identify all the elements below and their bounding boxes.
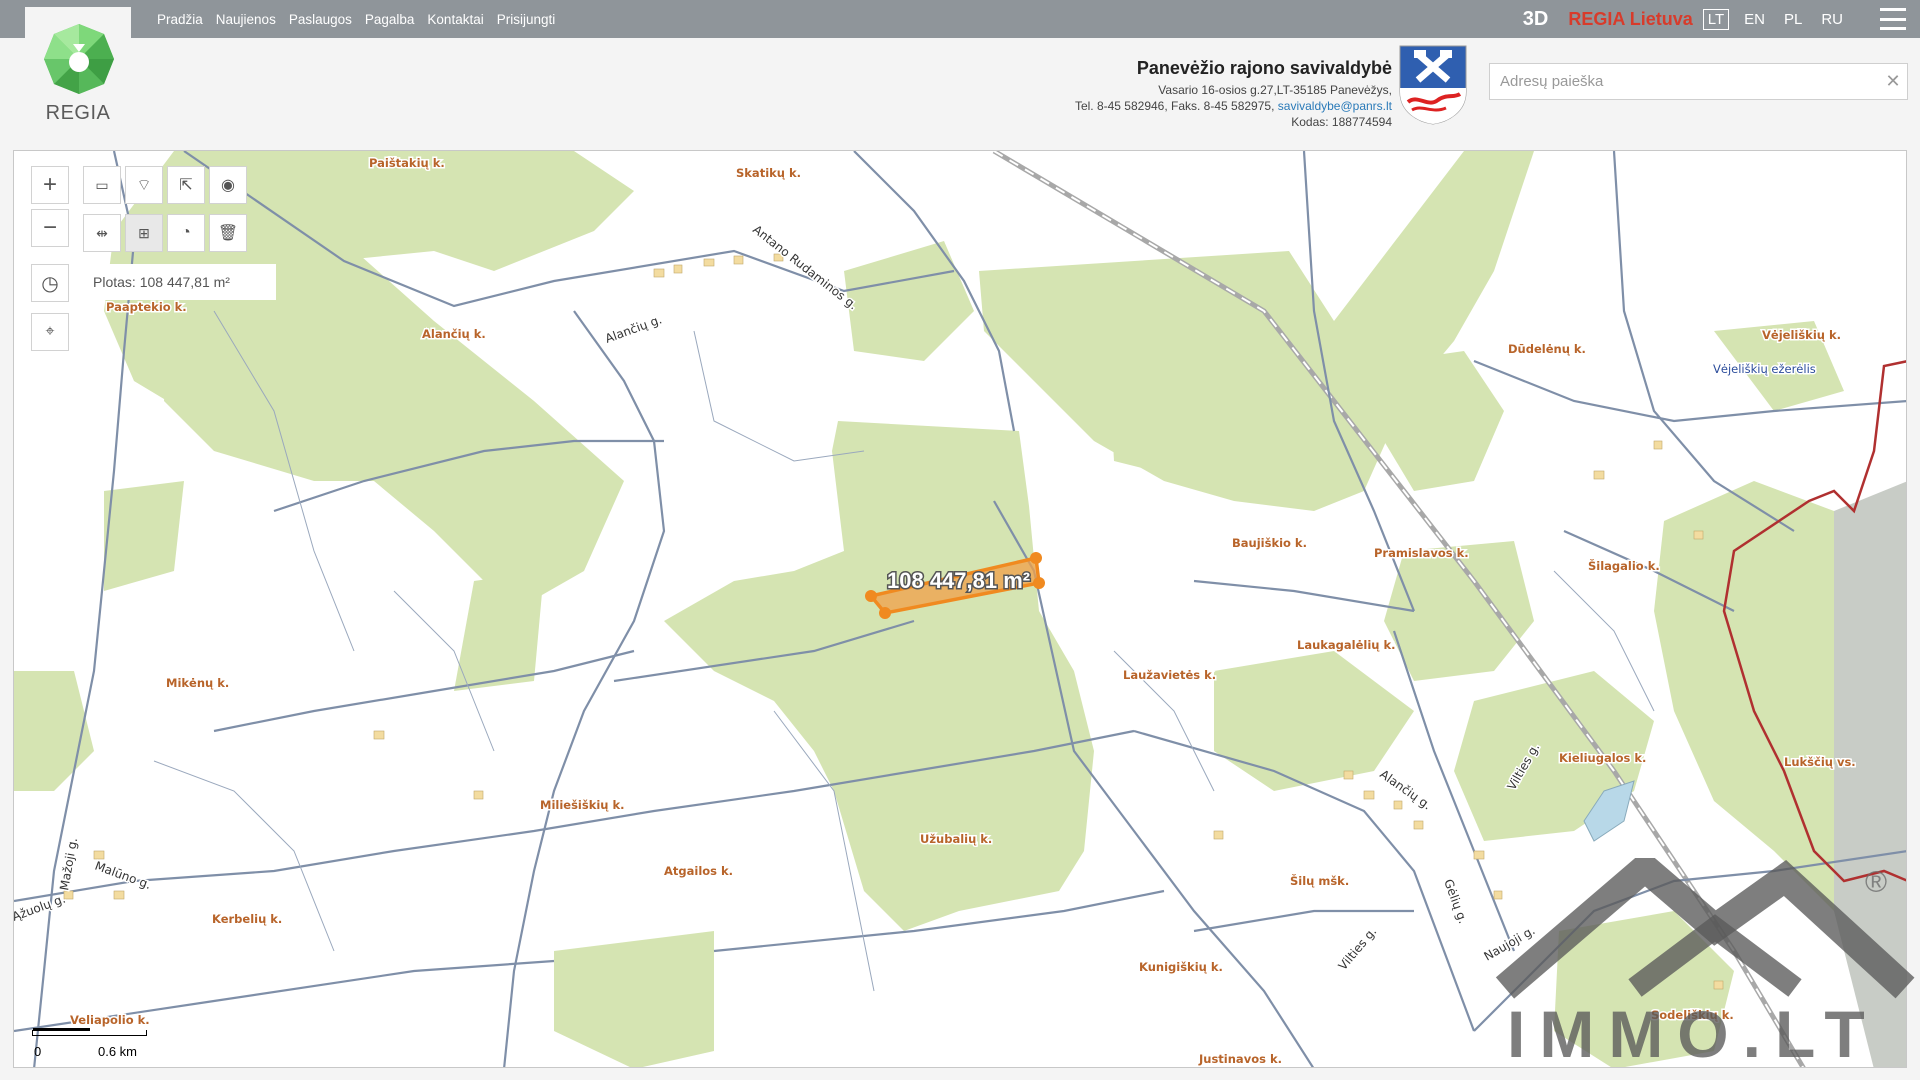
3d-button[interactable]: 3D — [1523, 8, 1549, 31]
map-canvas[interactable]: 108 447,81 m² Paištakių k. Skatikų k. Pa… — [14, 151, 1907, 1068]
share-icon[interactable]: ⇱ — [167, 166, 205, 204]
municipality-info: Panevėžio rajono savivaldybė Vasario 16-… — [1075, 58, 1392, 130]
parcel-area-label: 108 447,81 m² — [887, 568, 1030, 593]
map-view[interactable]: 108 447,81 m² Paištakių k. Skatikų k. Pa… — [13, 150, 1907, 1068]
protected-area — [1834, 481, 1906, 1067]
zoom-out-button[interactable]: − — [31, 209, 69, 247]
clear-search-icon[interactable]: ✕ — [1879, 71, 1907, 92]
lang-ru[interactable]: RU — [1817, 10, 1847, 29]
history-icon[interactable]: ◷ — [31, 264, 69, 302]
road-label: Naujoji g. — [1482, 923, 1538, 963]
place-label: Veliapolio k. — [70, 1013, 150, 1027]
place-label: Kunigiškių k. — [1139, 960, 1223, 974]
coat-of-arms-icon — [1399, 45, 1467, 125]
road-label: Mažoji g. — [57, 837, 80, 892]
nav-help[interactable]: Pagalba — [365, 12, 415, 27]
place-label: Vėjeliškių k. — [1762, 328, 1841, 342]
municipality-email-link[interactable]: savivaldybe@panrs.lt — [1278, 99, 1392, 113]
measure-area-icon[interactable]: ⊞ — [125, 214, 163, 252]
place-label: Paaptekio k. — [106, 300, 187, 314]
lang-lt[interactable]: LT — [1702, 8, 1730, 30]
scale-bar — [32, 1028, 147, 1036]
place-label: Justinavos k. — [1198, 1052, 1282, 1066]
municipality-phone-text: Tel. 8-45 582946, Faks. 8-45 582975, — [1074, 99, 1275, 113]
place-label: Laukagalėlių k. — [1297, 638, 1396, 652]
point-icon[interactable]: ◉ — [209, 166, 247, 204]
radius-icon[interactable]: ◔ — [167, 214, 205, 252]
place-label: Lukščių vs. — [1784, 755, 1856, 769]
measure-length-icon[interactable]: ▭ — [83, 166, 121, 204]
lake-label: Vėjeliškių ežerėlis — [1713, 362, 1816, 376]
address-search: ✕ — [1489, 63, 1908, 100]
place-label: Laužavietės k. — [1123, 668, 1216, 682]
regia-logo-icon[interactable] — [42, 22, 116, 96]
place-label: Mikėnų k. — [166, 676, 229, 690]
place-label: Atgailos k. — [664, 864, 733, 878]
place-label: Paištakių k. — [369, 156, 445, 170]
road-label: Alančių g. — [603, 312, 664, 345]
place-label: Dūdelėnų k. — [1508, 342, 1586, 356]
nav-contacts[interactable]: Kontaktai — [427, 12, 483, 27]
place-label: Baujiškio k. — [1232, 536, 1307, 550]
place-label: Užubalių k. — [920, 832, 992, 846]
lang-en[interactable]: EN — [1740, 10, 1769, 29]
nav-login[interactable]: Prisijungti — [497, 12, 556, 27]
place-label: Miliešiškių k. — [540, 798, 625, 812]
municipality-title: Panevėžio rajono savivaldybė — [1136, 58, 1392, 78]
place-label: Kieliugalos k. — [1559, 751, 1646, 765]
hamburger-menu-icon[interactable] — [1880, 8, 1906, 30]
place-label: Pramislavos k. — [1374, 546, 1469, 560]
watermark-registered: ® — [1865, 866, 1888, 899]
area-readout: Plotas: 108 447,81 m² — [81, 264, 276, 300]
delete-icon[interactable]: 🗑 — [209, 214, 247, 252]
road-label: Alančių g. — [1377, 767, 1434, 812]
main-nav: Pradžia Naujienos Paslaugos Pagalba Kont… — [157, 0, 555, 38]
place-label: Alančių k. — [422, 327, 486, 341]
locate-icon[interactable]: ⌖ — [31, 313, 69, 351]
road-label: Gėlių g. — [1441, 877, 1470, 925]
municipality-phone: Tel. 8-45 582946, Faks. 8-45 582975, sav… — [1075, 98, 1392, 114]
zoom-in-button[interactable]: + — [31, 166, 69, 204]
top-bar: Pradžia Naujienos Paslaugos Pagalba Kont… — [0, 0, 1920, 38]
parcel-vertex[interactable] — [865, 590, 877, 602]
place-label: Skatikų k. — [736, 166, 801, 180]
pin-icon[interactable]: ⌔ — [125, 166, 163, 204]
address-search-input[interactable] — [1490, 64, 1879, 99]
road-label: Vilties g. — [1336, 924, 1380, 972]
top-right-controls: 3D REGIA Lietuva LT EN PL RU — [1523, 0, 1920, 38]
place-label: Šilų mšk. — [1290, 873, 1349, 888]
place-label: Kerbelių k. — [212, 912, 282, 926]
parcel-vertex[interactable] — [1033, 577, 1045, 589]
place-label: Šilagalio k. — [1588, 558, 1660, 573]
nav-home[interactable]: Pradžia — [157, 12, 203, 27]
regia-lietuva-link[interactable]: REGIA Lietuva — [1568, 9, 1692, 30]
parcel-vertex[interactable] — [1030, 552, 1042, 564]
scale-distance: 0.6 km — [98, 1044, 138, 1059]
parcel-vertex[interactable] — [879, 607, 891, 619]
measure-distance-icon[interactable]: ⇹ — [83, 214, 121, 252]
scale-zero: 0 — [34, 1044, 42, 1059]
road-label: Antano Rudaminos g. — [750, 222, 860, 312]
nav-news[interactable]: Naujienos — [216, 12, 276, 27]
watermark-text: IMMO.LT — [1507, 997, 1879, 1071]
lang-pl[interactable]: PL — [1780, 10, 1806, 29]
municipality-code: Kodas: 188774594 — [1291, 115, 1392, 129]
municipality-address: Vasario 16-osios g.27,LT-35185 Panevėžys… — [1158, 83, 1392, 97]
nav-services[interactable]: Paslaugos — [289, 12, 352, 27]
logo-text: REGIA — [45, 102, 111, 124]
